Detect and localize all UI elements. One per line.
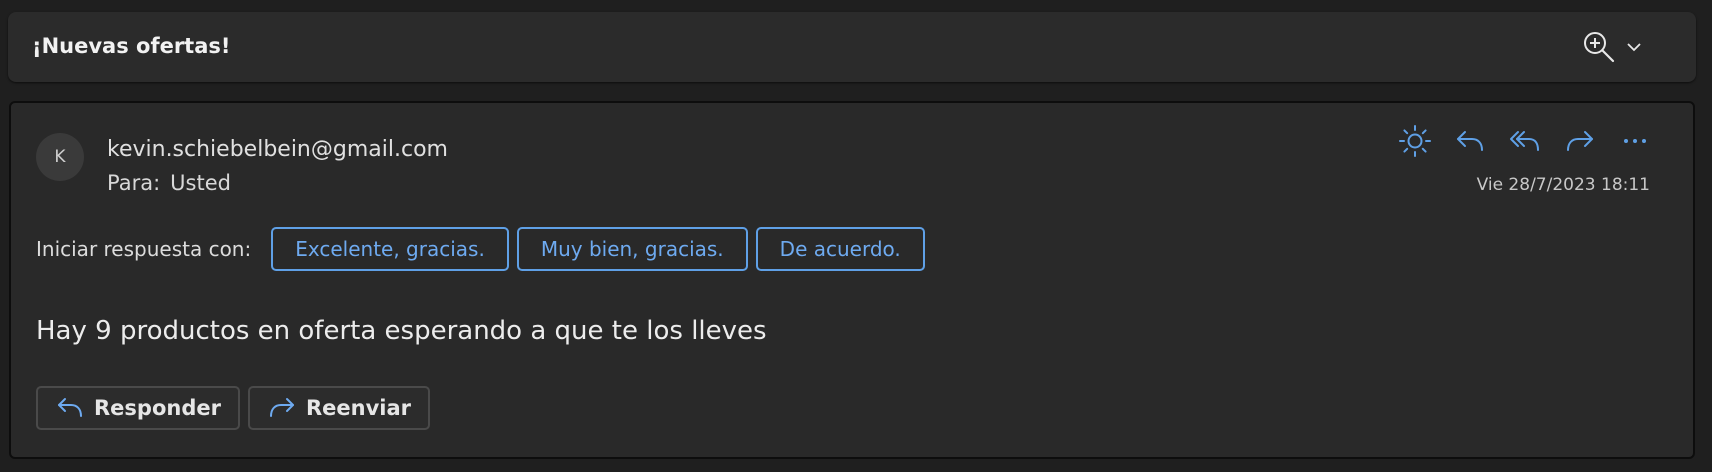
forward-icon: [268, 396, 296, 420]
reply-all-icon: [1509, 128, 1541, 154]
forward-footer-button[interactable]: Reenviar: [247, 386, 430, 430]
quick-reply-option[interactable]: De acuerdo.: [755, 227, 925, 271]
message-actions: [1396, 121, 1654, 161]
zoom-in-icon: [1582, 30, 1616, 64]
message-body: Hay 9 productos en oferta esperando a qu…: [36, 316, 767, 346]
reading-pane: ¡Nuevas ofertas! K kevin.schiebelbein@gm…: [0, 0, 1712, 472]
response-buttons: Responder Reenviar: [36, 386, 438, 430]
reply-button[interactable]: [1451, 122, 1489, 160]
reply-icon: [56, 396, 84, 420]
message-date: Vie 28/7/2023 18:11: [1476, 175, 1650, 195]
sender-email[interactable]: kevin.schiebelbein@gmail.com: [107, 139, 448, 161]
quick-reply-row: Iniciar respuesta con: Excelente, gracia…: [36, 225, 933, 273]
quick-reply-option[interactable]: Muy bien, gracias.: [516, 227, 748, 271]
reply-footer-label: Responder: [94, 396, 221, 420]
subject-bar: ¡Nuevas ofertas!: [8, 12, 1696, 82]
quick-reply-option[interactable]: Excelente, gracias.: [271, 227, 509, 271]
reply-icon: [1455, 128, 1485, 154]
chevron-down-icon: [1626, 42, 1642, 52]
message-card: K kevin.schiebelbein@gmail.com Para: Uste…: [9, 101, 1695, 459]
forward-footer-label: Reenviar: [305, 396, 411, 420]
more-button[interactable]: [1616, 122, 1654, 160]
quick-reply-label: Iniciar respuesta con:: [36, 237, 252, 261]
sun-icon: [1398, 124, 1432, 158]
more-icon: [1622, 137, 1648, 145]
reply-all-button[interactable]: [1506, 122, 1544, 160]
forward-button[interactable]: [1561, 122, 1599, 160]
zoom-button[interactable]: [1582, 28, 1674, 66]
avatar[interactable]: K: [36, 133, 84, 181]
to-label: Para:: [107, 171, 161, 195]
sun-button[interactable]: [1396, 122, 1434, 160]
to-value[interactable]: Usted: [170, 171, 231, 195]
recipient-row: Para: Usted: [107, 173, 231, 194]
reply-footer-button[interactable]: Responder: [36, 386, 240, 430]
forward-icon: [1565, 128, 1595, 154]
subject-title: ¡Nuevas ofertas!: [32, 34, 231, 58]
